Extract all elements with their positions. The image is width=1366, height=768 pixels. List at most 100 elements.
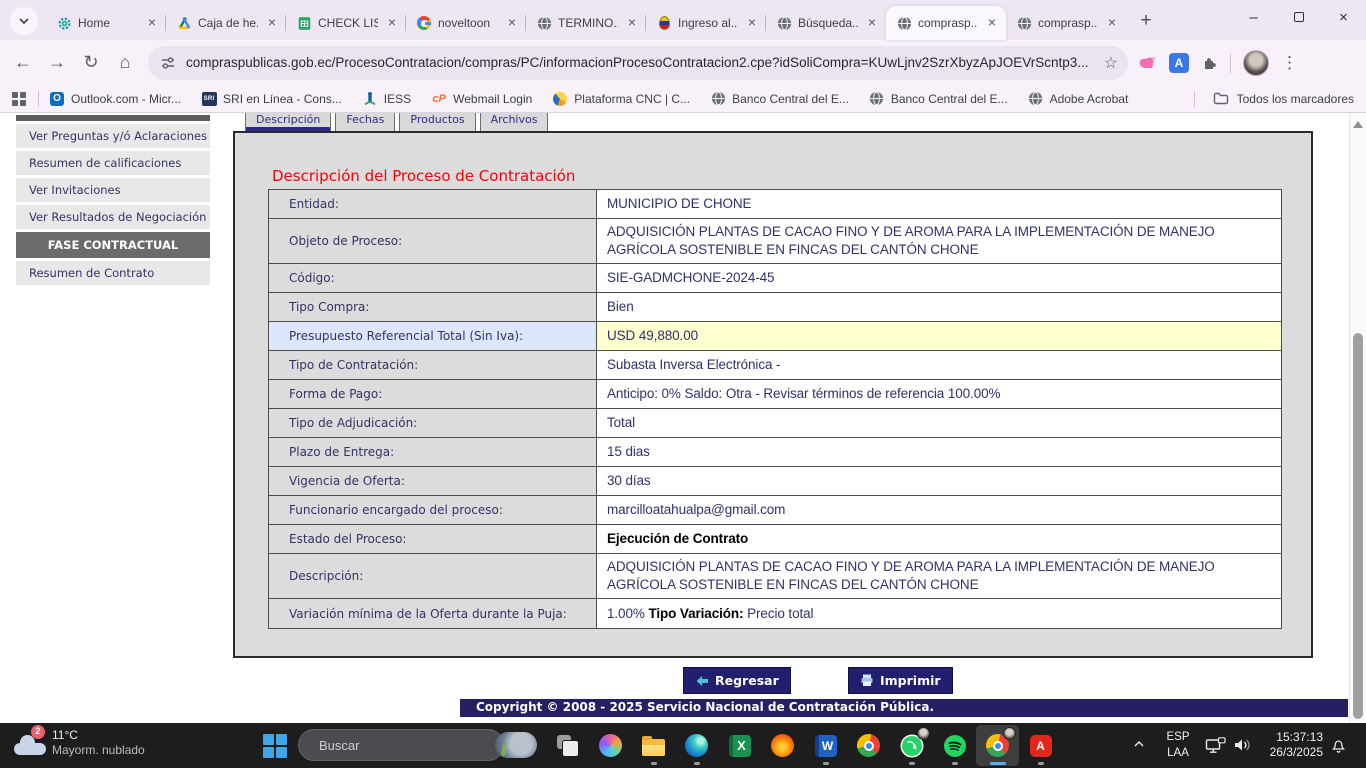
bookmark-item[interactable]: Banco Central del E... bbox=[869, 91, 1008, 107]
taskbar-search[interactable] bbox=[298, 729, 504, 761]
close-button[interactable]: × bbox=[1321, 0, 1366, 34]
browser-tab[interactable]: Búsqueda...× bbox=[766, 6, 886, 40]
profile-avatar[interactable] bbox=[1243, 50, 1269, 76]
back-button[interactable]: ← bbox=[6, 46, 40, 80]
sidebar-item[interactable]: Ver Invitaciones bbox=[16, 178, 210, 202]
forward-button[interactable]: → bbox=[40, 46, 74, 80]
tab-close-icon[interactable]: × bbox=[864, 15, 880, 31]
bookmark-item[interactable]: OOutlook.com - Micr... bbox=[49, 91, 181, 107]
row-value-text: ADQUISICIÓN PLANTAS DE CACAO FINO Y DE A… bbox=[607, 558, 1247, 594]
tab-close-icon[interactable]: × bbox=[264, 15, 280, 31]
row-value-text: Ejecución de Contrato bbox=[607, 530, 748, 548]
tab-close-icon[interactable]: × bbox=[384, 15, 400, 31]
bookmark-item[interactable]: Plataforma CNC | C... bbox=[552, 91, 690, 107]
bookmark-item[interactable]: Adobe Acrobat bbox=[1028, 91, 1129, 107]
tab-close-icon[interactable]: × bbox=[744, 15, 760, 31]
excel-taskbar-icon[interactable]: X bbox=[718, 725, 761, 766]
bookmark-item[interactable]: SRISRI en Línea - Cons... bbox=[201, 91, 342, 107]
all-bookmarks[interactable]: Todos los marcadores bbox=[1192, 91, 1354, 107]
maximize-button[interactable] bbox=[1276, 0, 1321, 34]
browser-tab[interactable]: Ingreso al...× bbox=[646, 6, 766, 40]
tab-title: Caja de he... bbox=[198, 16, 258, 30]
weather-widget[interactable]: 2 bbox=[14, 731, 50, 757]
home-button[interactable]: ⌂ bbox=[108, 46, 142, 80]
row-label: Funcionario encargado del proceso: bbox=[269, 496, 597, 524]
tab-title: Home bbox=[78, 16, 138, 30]
bookmark-item[interactable]: Banco Central del E... bbox=[710, 91, 849, 107]
taskbar-clock[interactable]: 15:37:13 26/3/2025 bbox=[1240, 730, 1323, 760]
regresar-button[interactable]: Regresar bbox=[683, 667, 791, 694]
browser-tab[interactable]: Home × bbox=[46, 6, 166, 40]
copilot-taskbar-icon[interactable] bbox=[589, 725, 632, 766]
sidebar-item[interactable]: Ver Resultados de Negociación bbox=[16, 205, 210, 229]
tray-chevron-up-icon[interactable] bbox=[1132, 737, 1146, 755]
scroll-up-arrow[interactable] bbox=[1353, 121, 1363, 128]
browser-tab[interactable]: CHECK LIS...× bbox=[286, 6, 406, 40]
site-settings-icon[interactable] bbox=[160, 55, 176, 71]
task-view-taskbar-icon[interactable] bbox=[546, 725, 589, 766]
bookmark-star-icon[interactable]: ☆ bbox=[1104, 53, 1118, 73]
tab-close-icon[interactable]: × bbox=[984, 15, 1000, 31]
tab-close-icon[interactable]: × bbox=[624, 15, 640, 31]
bookmark-item[interactable]: IESS bbox=[362, 91, 411, 107]
browser-toolbar: ← → ↻ ⌂ compraspublicas.gob.ec/ProcesoCo… bbox=[0, 40, 1366, 85]
firefox-taskbar-icon[interactable] bbox=[761, 725, 804, 766]
globe-favicon bbox=[1016, 15, 1032, 31]
edge-taskbar-icon[interactable] bbox=[675, 725, 718, 766]
browser-tab[interactable]: noveltoon× bbox=[406, 6, 526, 40]
imprimir-button[interactable]: Imprimir bbox=[848, 667, 953, 694]
browser-tab[interactable]: comprasp... × bbox=[886, 6, 1006, 40]
new-tab-button[interactable]: + bbox=[1132, 7, 1160, 35]
tab-close-icon[interactable]: × bbox=[504, 15, 520, 31]
browser-tab[interactable]: comprasp...× bbox=[1006, 6, 1126, 40]
weather-temp: 11°C bbox=[52, 728, 78, 742]
acrobat-taskbar-icon[interactable]: A bbox=[1019, 725, 1062, 766]
row-value-text: Anticipo: 0% Saldo: Otra - Revisar térmi… bbox=[607, 385, 1000, 403]
apps-grid-icon[interactable] bbox=[12, 92, 26, 106]
table-row: Funcionario encargado del proceso:marcil… bbox=[269, 496, 1281, 525]
word-taskbar-icon[interactable]: W bbox=[804, 725, 847, 766]
sidebar-item[interactable]: Ver Preguntas y/ó Aclaraciones bbox=[16, 124, 210, 148]
translate-icon[interactable]: A bbox=[1169, 53, 1189, 73]
tab-fechas[interactable]: Fechas bbox=[335, 113, 395, 131]
search-highlight-image[interactable] bbox=[495, 732, 537, 758]
bookmark-label: Banco Central del E... bbox=[891, 92, 1008, 106]
bookmark-item[interactable]: cPWebmail Login bbox=[431, 91, 532, 107]
reload-button[interactable]: ↻ bbox=[74, 46, 108, 80]
address-bar[interactable]: compraspublicas.gob.ec/ProcesoContrataci… bbox=[148, 46, 1128, 80]
process-tabs: DescripciónFechasProductos Archivos bbox=[245, 113, 548, 131]
extensions-puzzle-icon[interactable] bbox=[1201, 54, 1218, 71]
spotify-taskbar-icon[interactable] bbox=[933, 725, 976, 766]
whatsapp-taskbar-icon[interactable] bbox=[890, 725, 933, 766]
file-explorer-taskbar-icon[interactable] bbox=[632, 725, 675, 766]
tab-productos[interactable]: Productos bbox=[399, 113, 475, 131]
tab-close-icon[interactable]: × bbox=[144, 15, 160, 31]
extension-pink-icon[interactable] bbox=[1138, 55, 1157, 70]
row-value: USD 49,880.00 bbox=[597, 322, 1281, 350]
browser-tab[interactable]: Caja de he... × bbox=[166, 6, 286, 40]
language-bottom: LAA bbox=[1160, 745, 1196, 761]
sidebar-item[interactable]: Resumen de calificaciones bbox=[16, 151, 210, 175]
language-indicator[interactable]: ESP LAA bbox=[1160, 729, 1196, 761]
page-scrollbar[interactable] bbox=[1349, 113, 1366, 723]
row-label: Tipo Compra: bbox=[269, 293, 597, 321]
start-button[interactable] bbox=[263, 734, 287, 758]
tab-search-button[interactable] bbox=[10, 7, 38, 35]
tab-descripción[interactable]: Descripción bbox=[245, 113, 331, 131]
search-input[interactable] bbox=[319, 738, 495, 753]
notifications-bell-icon[interactable] bbox=[1330, 736, 1347, 759]
network-icon[interactable] bbox=[1205, 737, 1226, 759]
browser-tab[interactable]: TERMINO...× bbox=[526, 6, 646, 40]
tab-close-icon[interactable]: × bbox=[1104, 15, 1120, 31]
chrome-profile-taskbar-icon[interactable] bbox=[976, 725, 1019, 766]
tab-title: comprasp... bbox=[918, 16, 978, 30]
language-top: ESP bbox=[1160, 729, 1196, 745]
minimize-button[interactable]: – bbox=[1231, 0, 1276, 34]
scrollbar-thumb[interactable] bbox=[1353, 333, 1363, 719]
tab-archivos[interactable]: Archivos bbox=[480, 113, 549, 131]
row-value: Total bbox=[597, 409, 1281, 437]
menu-kebab-icon[interactable]: ⋮ bbox=[1281, 53, 1298, 73]
chrome-taskbar-icon[interactable] bbox=[847, 725, 890, 766]
bookmark-label: Banco Central del E... bbox=[732, 92, 849, 106]
sidebar-item[interactable]: Resumen de Contrato bbox=[16, 261, 210, 285]
